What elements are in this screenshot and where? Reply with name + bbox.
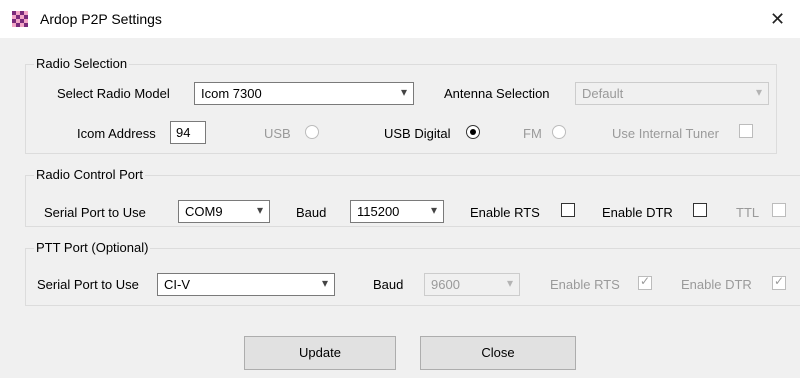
antenna-selection-value: Default [582,86,624,101]
usb-label: USB [264,126,291,141]
chevron-down-icon: ▾ [755,85,762,99]
chevron-down-icon: ▾ [430,203,437,217]
control-serial-port-value: COM9 [185,204,223,219]
close-window-icon[interactable]: ✕ [770,6,800,32]
ptt-serial-port-value: CI-V [164,277,190,292]
ptt-baud-dropdown[interactable]: 9600 ▾ [424,273,520,296]
control-enable-dtr-label: Enable DTR [602,205,673,220]
control-enable-dtr-checkbox[interactable] [693,203,707,217]
chevron-down-icon: ▾ [256,203,263,217]
icom-address-label: Icom Address [77,126,156,141]
ptt-enable-rts-checkbox[interactable]: ✓ [638,274,652,290]
close-button[interactable]: Close [420,336,576,370]
control-enable-rts-label: Enable RTS [470,205,540,220]
check-icon: ✓ [774,274,785,288]
antenna-selection-dropdown[interactable]: Default ▾ [575,82,769,105]
radio-control-port-legend: Radio Control Port [34,167,145,182]
chevron-down-icon: ▾ [400,85,407,99]
radio-model-dropdown[interactable]: Icom 7300 ▾ [194,82,414,105]
radio-selection-legend: Radio Selection [34,56,130,71]
usb-radio[interactable] [305,125,319,139]
fm-radio[interactable] [552,125,566,139]
ptt-enable-rts-label: Enable RTS [550,277,620,292]
control-baud-value: 115200 [357,204,400,219]
ptt-serial-port-label: Serial Port to Use [37,277,139,292]
control-baud-label: Baud [296,205,327,220]
ptt-enable-dtr-label: Enable DTR [681,277,752,292]
update-button[interactable]: Update [244,336,396,370]
control-serial-port-label: Serial Port to Use [44,205,146,220]
usb-digital-label: USB Digital [384,126,451,141]
usb-digital-radio[interactable] [466,125,480,139]
fm-label: FM [523,126,542,141]
app-icon [12,11,28,27]
ptt-baud-value: 9600 [431,277,460,292]
internal-tuner-label: Use Internal Tuner [612,126,719,141]
radio-model-value: Icom 7300 [201,86,262,101]
ptt-enable-dtr-checkbox[interactable]: ✓ [772,274,786,290]
ttl-checkbox[interactable] [772,203,786,217]
control-baud-dropdown[interactable]: 115200 ▾ [350,200,444,223]
control-serial-port-dropdown[interactable]: COM9 ▾ [178,200,270,223]
chevron-down-icon: ▾ [321,276,328,290]
title-bar: Ardop P2P Settings ✕ [0,0,800,38]
select-radio-model-label: Select Radio Model [57,86,170,101]
ptt-serial-port-dropdown[interactable]: CI-V ▾ [157,273,335,296]
chevron-down-icon: ▾ [506,276,513,290]
ptt-baud-label: Baud [373,277,404,292]
ptt-port-legend: PTT Port (Optional) [34,240,151,255]
check-icon: ✓ [640,274,651,288]
control-enable-rts-checkbox[interactable] [561,203,575,217]
icom-address-input[interactable]: 94 [170,121,206,144]
internal-tuner-checkbox[interactable] [739,124,753,138]
ttl-label: TTL [736,205,760,220]
window-title: Ardop P2P Settings [40,11,162,27]
antenna-selection-label: Antenna Selection [444,86,550,101]
